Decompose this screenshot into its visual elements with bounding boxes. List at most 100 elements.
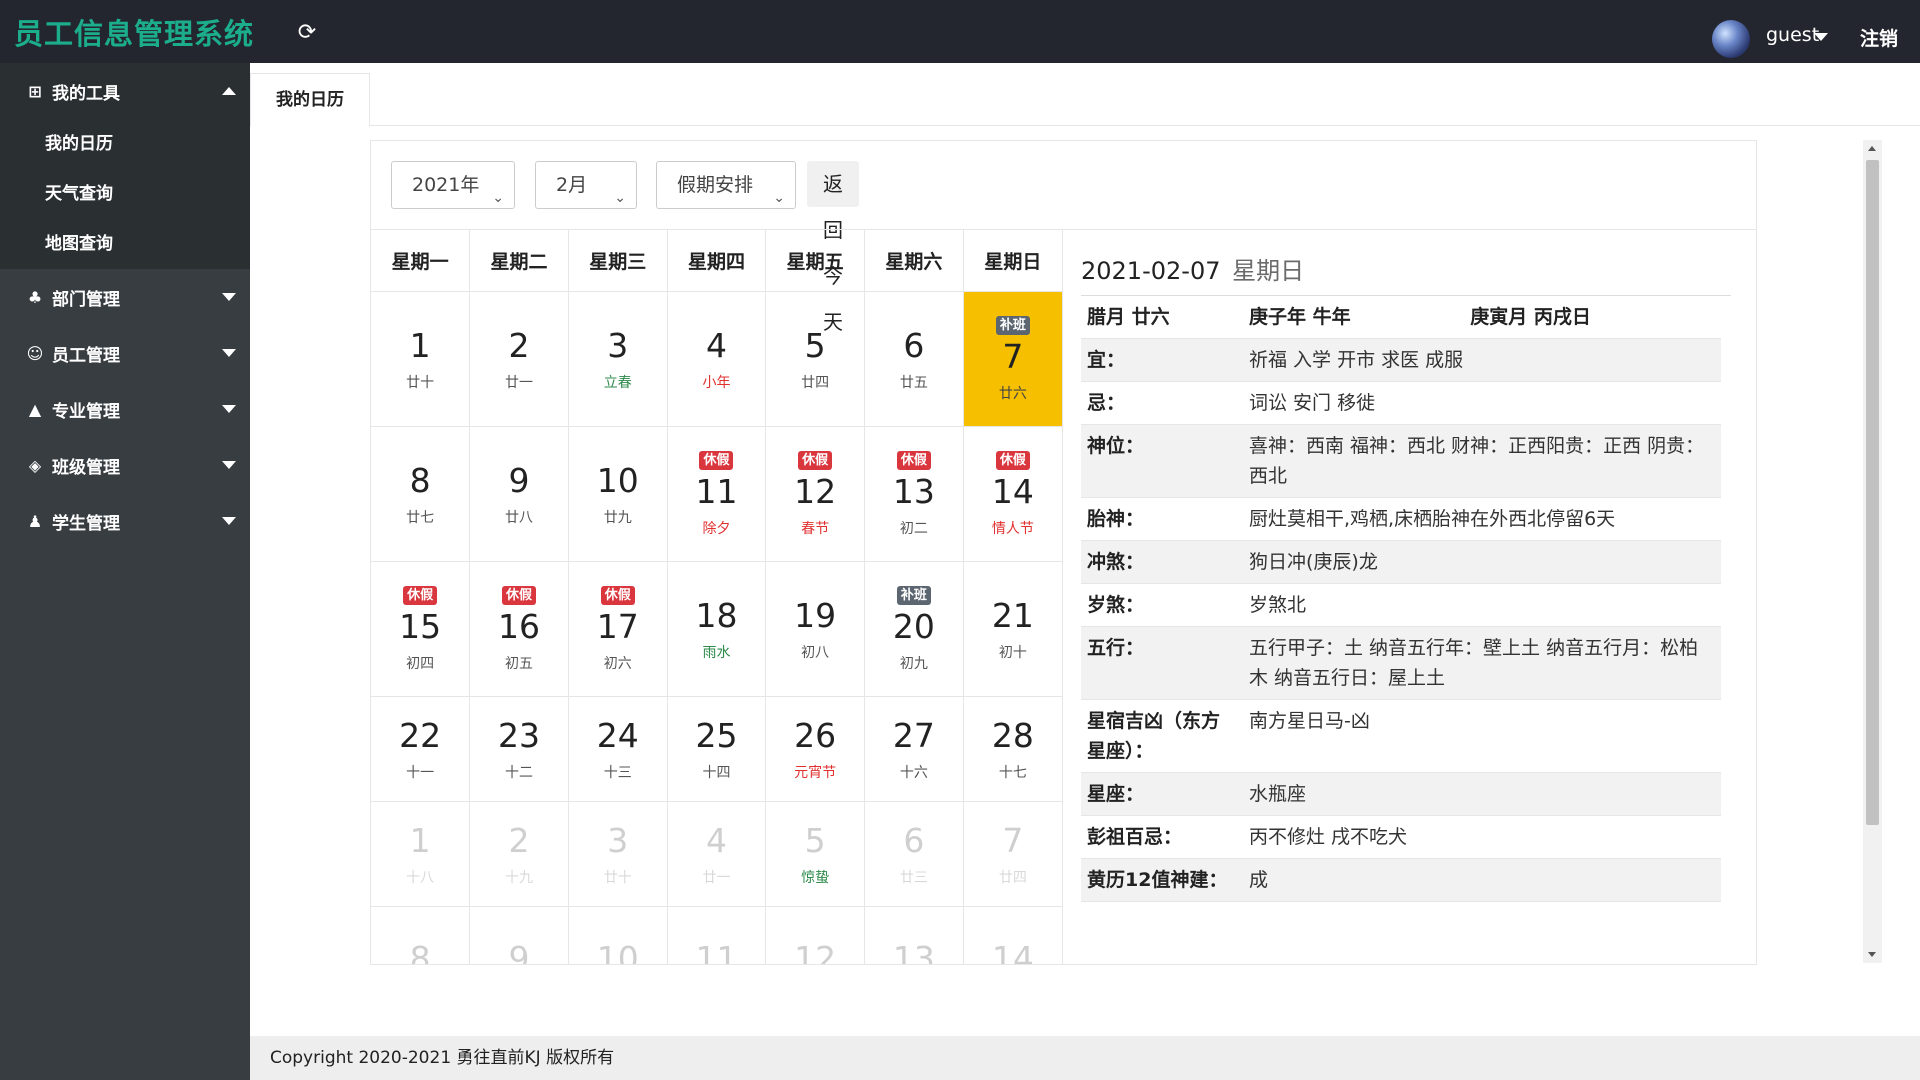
lunar-label: 十六 [899, 765, 928, 781]
calendar-day-cell[interactable]: 9 [469, 906, 569, 964]
almanac-value: 水瓶座 [1249, 783, 1307, 805]
lunar-label: 十七 [998, 765, 1027, 781]
calendar-day: 13 [865, 939, 963, 964]
calendar-day-cell[interactable]: 休假 11 除夕 [667, 426, 767, 562]
calendar-day-cell[interactable]: 7 廿四 [963, 801, 1062, 907]
calendar-day-cell[interactable]: 5 惊蛰 [765, 801, 866, 907]
sidebar-group-label: 员工管理 [52, 345, 120, 366]
calendar-day-cell[interactable]: 3 立春 [568, 291, 668, 427]
calendar-day: 19 初八 [766, 596, 864, 662]
workday-badge: 补班 [896, 585, 931, 605]
calendar-day-cell[interactable]: 13 [864, 906, 964, 964]
lunar-month-day: 庚寅月 丙戌日 [1470, 306, 1591, 328]
calendar-day-cell[interactable]: 22 十一 [371, 696, 471, 802]
calendar-day-cell[interactable]: 1 十八 [371, 801, 471, 907]
calendar-day-cell[interactable]: 8 廿七 [371, 426, 471, 562]
lunar-row: 腊月 廿六 庚子年 牛年 庚寅月 丙戌日 [1081, 296, 1721, 339]
calendar-day-cell[interactable]: 4 廿一 [667, 801, 767, 907]
day-number: 16 [498, 606, 541, 646]
day-number: 26 [794, 716, 837, 755]
calendar-day-cell[interactable]: 11 [667, 906, 767, 964]
calendar-day-cell[interactable]: 休假 12 春节 [765, 426, 866, 562]
calendar-day: 11 [668, 939, 766, 964]
chevron-down-icon [222, 405, 236, 413]
calendar-day: 休假 14 情人节 [964, 450, 1062, 538]
calendar-day-cell[interactable]: 5 廿四 [765, 291, 866, 427]
lunar-label: 廿一 [505, 375, 534, 391]
sidebar-group-tools[interactable]: ⊞ 我的工具 [0, 63, 250, 119]
holiday-select[interactable]: 假期安排 ⌄ [656, 161, 796, 209]
username-menu[interactable]: guest [1766, 24, 1819, 46]
day-number: 25 [695, 716, 738, 755]
lunar-label: 廿四 [998, 870, 1027, 886]
sidebar-item-weather[interactable]: 天气查询 [0, 169, 250, 219]
sidebar-item-map[interactable]: 地图查询 [0, 219, 250, 269]
calendar-day-cell[interactable]: 休假 16 初五 [469, 561, 569, 697]
calendar-day-cell[interactable]: 补班 20 初九 [864, 561, 964, 697]
scroll-down-icon[interactable] [1868, 952, 1876, 957]
sidebar-group-employee[interactable]: ☺ 员工管理 [0, 325, 250, 381]
calendar-day-cell[interactable]: 18 雨水 [667, 561, 767, 697]
calendar-day-cell[interactable]: 10 [568, 906, 668, 965]
calendar-day-cell[interactable]: 8 [371, 906, 471, 964]
calendar-day: 7 廿四 [964, 821, 1062, 887]
sidebar: ⊞ 我的工具 我的日历 天气查询 地图查询 ♣ 部门管理 ☺ 员工管理 ▲ 专业… [0, 63, 250, 1080]
calendar-day-cell[interactable]: 10 廿九 [568, 426, 668, 562]
calendar-day: 5 惊蛰 [766, 821, 864, 887]
day-number: 10 [596, 939, 639, 965]
calendar-day-cell[interactable]: 19 初八 [765, 561, 866, 697]
sidebar-group-label: 部门管理 [52, 289, 120, 310]
calendar-day-cell[interactable]: 1 廿十 [371, 291, 471, 427]
calendar-day-cell[interactable]: 26 元宵节 [765, 696, 866, 802]
day-number: 20 [892, 606, 935, 646]
refresh-icon[interactable]: ⟳ [296, 22, 318, 44]
calendar-day-cell[interactable]: 3 廿十 [568, 801, 668, 907]
calendar-day-cell[interactable]: 24 十三 [568, 696, 668, 802]
calendar-day-cell[interactable]: 9 廿八 [469, 426, 569, 562]
calendar-day-cell[interactable]: 4 小年 [667, 291, 767, 427]
calendar-day: 休假 15 初四 [371, 585, 469, 673]
calendar-day-cell[interactable]: 休假 15 初四 [371, 561, 471, 697]
sidebar-group-major[interactable]: ▲ 专业管理 [0, 381, 250, 437]
calendar-day-cell[interactable]: 23 十二 [469, 696, 569, 802]
lunar-label: 初八 [801, 645, 830, 661]
chevron-down-icon[interactable] [1814, 33, 1828, 41]
sidebar-group-student[interactable]: ♟ 学生管理 [0, 493, 250, 549]
calendar-day-cell[interactable]: 27 十六 [864, 696, 964, 802]
almanac-row: 岁煞： 岁煞北 [1081, 584, 1721, 627]
calendar-day-cell[interactable]: 2 十九 [469, 801, 569, 907]
weekday-header-cell: 星期二 [469, 229, 569, 292]
holiday-badge: 休假 [600, 585, 635, 605]
chevron-down-icon [222, 349, 236, 357]
calendar-day-cell[interactable]: 6 廿三 [864, 801, 964, 907]
logout-link[interactable]: 注销 [1860, 24, 1898, 51]
month-select[interactable]: 2月 ⌄ [535, 161, 637, 209]
calendar-day-cell[interactable]: 6 廿五 [864, 291, 964, 427]
calendar-day-cell[interactable]: 补班 7 廿六 [963, 291, 1062, 427]
calendar-day-cell[interactable]: 休假 14 情人节 [963, 426, 1062, 562]
calendar-day-cell[interactable]: 12 [765, 906, 866, 964]
year-select[interactable]: 2021年 ⌄ [391, 161, 515, 209]
calendar-day-cell[interactable]: 14 [963, 906, 1062, 964]
lunar-label: 十三 [603, 765, 632, 781]
chevron-down-icon: ⌄ [614, 190, 626, 206]
almanac-row: 冲煞： 狗日冲(庚辰)龙 [1081, 540, 1721, 584]
scroll-up-icon[interactable] [1868, 146, 1876, 151]
vertical-scrollbar[interactable] [1863, 140, 1882, 963]
calendar-day-cell[interactable]: 休假 13 初二 [864, 426, 964, 562]
sidebar-item-calendar[interactable]: 我的日历 [0, 119, 250, 169]
sidebar-group-class[interactable]: ◈ 班级管理 [0, 437, 250, 493]
back-to-today-button[interactable]: 返回今天 [807, 161, 859, 334]
scroll-thumb[interactable] [1866, 160, 1879, 825]
calendar-day: 5 廿四 [766, 326, 864, 392]
avatar[interactable] [1712, 20, 1750, 58]
calendar-day-cell[interactable]: 28 十七 [963, 696, 1062, 802]
app-brand[interactable]: 员工信息管理系统 [14, 11, 254, 53]
calendar-day-cell[interactable]: 2 廿一 [469, 291, 569, 427]
calendar-day-cell[interactable]: 休假 17 初六 [568, 561, 668, 697]
calendar-day-cell[interactable]: 25 十四 [667, 696, 767, 802]
day-number: 2 [508, 821, 530, 860]
sidebar-group-department[interactable]: ♣ 部门管理 [0, 269, 250, 325]
tab-my-calendar[interactable]: 我的日历 [250, 73, 370, 127]
calendar-day-cell[interactable]: 21 初十 [963, 561, 1062, 697]
